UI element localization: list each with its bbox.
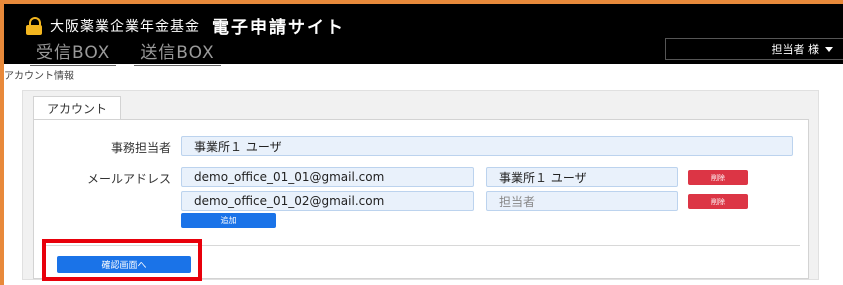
user-menu-label: 担当者 様 [771,43,820,56]
email-field-1[interactable]: demo_office_01_01@gmail.com [181,167,474,187]
office-label: 事務担当者 [110,141,171,155]
highlight-box [42,239,202,281]
app-header: 大阪薬業企業年金基金 電子申請サイト 受信BOX 送信BOX 担当者 様 [4,4,843,66]
email-name-field-2[interactable]: 担当者 [486,191,678,211]
header-tabs: 受信BOX 送信BOX [30,38,221,66]
email-name-field-1[interactable]: 事業所１ ユーザ [486,167,678,187]
office-field[interactable]: 事業所１ ユーザ [181,136,793,156]
logo-row: 大阪薬業企業年金基金 電子申請サイト [26,13,345,38]
tab-outbox[interactable]: 送信BOX [134,38,221,66]
tab-account[interactable]: アカウント [33,96,121,120]
add-email-button[interactable]: 追加 [181,213,276,228]
email-field-2[interactable]: demo_office_01_02@gmail.com [181,191,474,211]
delete-button-2[interactable]: 削除 [688,194,748,209]
caret-down-icon [825,46,833,52]
tab-inbox[interactable]: 受信BOX [30,38,117,66]
lock-icon [26,16,42,35]
breadcrumb: アカウント情報 [4,71,74,82]
org-name: 大阪薬業企業年金基金 [50,18,200,35]
user-menu[interactable]: 担当者 様 [665,38,843,60]
email-label: メールアドレス [86,172,171,186]
delete-button-1[interactable]: 削除 [688,170,748,185]
app-name: 電子申請サイト [212,18,345,38]
